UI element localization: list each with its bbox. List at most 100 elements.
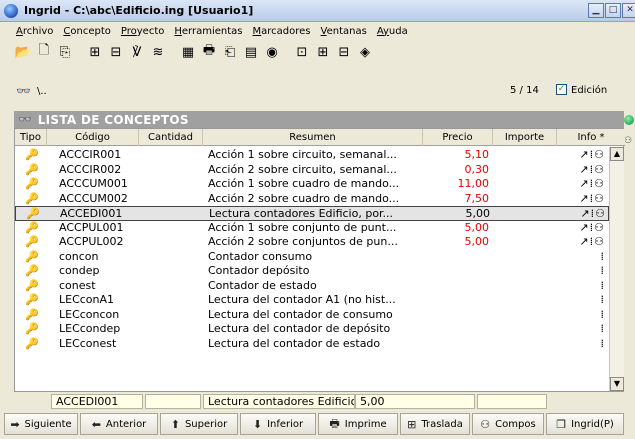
minimize-button[interactable]: ▁ xyxy=(588,3,604,18)
col-codigo[interactable]: Código xyxy=(47,129,139,146)
cell-code: ACCCUM002 xyxy=(59,191,128,205)
globe-icon[interactable] xyxy=(624,115,634,125)
footer-resumen-field[interactable]: Lectura contadores Edificio, por Pla xyxy=(203,394,355,409)
cell-resumen: Acción 1 sobre circuito, semanal... xyxy=(208,148,397,161)
traslada-button[interactable]: ⊞ Traslada xyxy=(400,413,470,435)
col-importe[interactable]: Importe xyxy=(493,129,557,146)
menu-label: erramientas xyxy=(181,25,243,37)
cell-code: LECconcon xyxy=(59,307,120,321)
compos-button[interactable]: ⚇ Compos xyxy=(472,413,544,435)
path-bar: 👓 \.. 5 / 14 ✓ Edición xyxy=(0,80,635,102)
table-row[interactable]: 🔑 ACCCIR001 Acción 1 sobre circuito, seman… xyxy=(15,148,609,163)
sort-icon[interactable]: ≋ xyxy=(149,43,167,61)
footer-code-field[interactable]: ACCEDI001 xyxy=(51,394,143,409)
menu-item-6[interactable]: Ayuda xyxy=(377,26,408,37)
page-icon[interactable]: ⎗ xyxy=(221,43,239,61)
cell-info-icons: ⁞ xyxy=(600,322,605,335)
table-row[interactable]: 🔑 condep Contador depósito ⁞ xyxy=(15,264,609,279)
menu-item-1[interactable]: Concepto xyxy=(63,26,110,37)
title-bar[interactable]: Ingrid - C:\abc\Edificio.ing [Usuario1] … xyxy=(0,0,635,22)
cell-precio: 11,00 xyxy=(457,177,490,190)
binoculars-icon[interactable]: 👓 xyxy=(16,84,31,98)
tree-icon[interactable]: ⊞ xyxy=(86,43,104,61)
imprime-button[interactable]: 🖶 Imprime xyxy=(318,413,398,435)
window-icon[interactable]: ⊡ xyxy=(293,43,311,61)
binoculars-icon: 👓 xyxy=(18,113,32,126)
open-folder-icon[interactable]: 📂 xyxy=(14,43,32,61)
new-document-icon[interactable]: 🗋 xyxy=(35,43,53,61)
footer-importe-field[interactable] xyxy=(477,394,547,409)
table-row[interactable]: 🔑 conest Contador de estado ⁞ xyxy=(15,279,609,294)
type-key-icon: 🔑 xyxy=(25,307,39,321)
close-button[interactable]: ✕ xyxy=(622,3,635,18)
maximize-button[interactable]: □ xyxy=(605,3,621,18)
menu-item-5[interactable]: Ventanas xyxy=(321,26,367,37)
edit-checkbox[interactable]: ✓ xyxy=(556,84,567,95)
print-icon[interactable]: 🖶 xyxy=(200,43,218,61)
table-row[interactable]: 🔑 LECconcon Lectura del contador de consum… xyxy=(15,308,609,323)
table-row[interactable]: 🔑 ACCEDI001 Lectura contadores Edificio, p… xyxy=(15,206,609,221)
tree-alt-icon[interactable]: ⊟ xyxy=(107,43,125,61)
type-key-icon: 🔑 xyxy=(25,220,39,234)
col-tipo[interactable]: Tipo xyxy=(15,129,47,146)
type-key-icon: 🔑 xyxy=(26,207,40,220)
table-row[interactable]: 🔑 ACCPUL001 Acción 1 sobre conjunto de pun… xyxy=(15,221,609,236)
col-info[interactable]: Info * xyxy=(557,129,625,146)
menu-mnemonic: Pro xyxy=(120,25,137,37)
table-row[interactable]: 🔑 LECconest Lectura del contador de estado… xyxy=(15,337,609,352)
menu-item-0[interactable]: Archivo xyxy=(16,26,53,37)
table-row[interactable]: 🔑 LECcondep Lectura del contador de depósi… xyxy=(15,322,609,337)
sheet-icon[interactable]: ▤ xyxy=(242,43,260,61)
network-icon[interactable]: ⊟ xyxy=(335,43,353,61)
superior-button[interactable]: ⬆ Superior xyxy=(160,413,238,435)
globe-icon[interactable]: ◉ xyxy=(263,43,281,61)
footer-cantidad-field[interactable] xyxy=(145,394,201,409)
cell-info-icons: ↗⁞⚇ xyxy=(579,177,605,190)
inferior-button[interactable]: ⬇ Inferior xyxy=(240,413,316,435)
type-key-icon: 🔑 xyxy=(25,293,39,306)
type-key-icon: 🔑 xyxy=(25,162,39,176)
table-row[interactable]: 🔑 ACCCUM002 Acción 2 sobre cuadro de mando… xyxy=(15,192,609,207)
type-key-icon: 🔑 xyxy=(25,148,39,161)
button-label: Traslada xyxy=(421,418,463,430)
table-row[interactable]: 🔑 LECconA1 Lectura del contador A1 (no his… xyxy=(15,293,609,308)
menu-item-4[interactable]: Marcadores xyxy=(253,26,311,37)
ingrid-p-button[interactable]: ❐ Ingrid(P) xyxy=(546,413,624,435)
scroll-up-icon[interactable]: ▲ xyxy=(610,147,624,161)
copy-icon[interactable]: ⎘ xyxy=(56,43,74,61)
cell-precio: 5,00 xyxy=(464,220,490,234)
cell-info-icons: ⁞ xyxy=(600,336,605,350)
menu-label: yecto xyxy=(136,25,165,37)
type-key-icon: 🔑 xyxy=(25,249,39,263)
table-row[interactable]: 🔑 ACCPUL002 Acción 2 sobre conjuntos de pu… xyxy=(15,235,609,250)
module-icon[interactable]: ▦ xyxy=(179,43,197,61)
menu-mnemonic: A xyxy=(16,25,23,37)
menu-item-3[interactable]: Herramientas xyxy=(174,26,242,37)
col-resumen[interactable]: Resumen xyxy=(203,129,423,146)
cell-resumen: Lectura del contador de consumo xyxy=(208,307,393,321)
table-row[interactable]: 🔑 ACCCUM001 Acción 1 sobre cuadro de mando… xyxy=(15,177,609,192)
cell-code: LECcondep xyxy=(59,322,121,335)
col-cantidad[interactable]: Cantidad xyxy=(139,129,203,146)
footer-precio-field[interactable]: 5,00 xyxy=(355,394,475,409)
button-label: Inferior xyxy=(267,418,304,430)
table-row[interactable]: 🔑 concon Contador consumo ⁞ xyxy=(15,250,609,265)
cell-code: LECconest xyxy=(59,336,117,350)
menu-item-2[interactable]: Proyecto xyxy=(121,26,164,37)
cell-info-icons: ⁞ xyxy=(600,307,605,321)
cell-resumen: Acción 1 sobre conjunto de punt... xyxy=(208,220,397,234)
cell-code: ACCCIR001 xyxy=(59,148,122,161)
scroll-down-icon[interactable]: ▼ xyxy=(610,377,624,391)
cell-resumen: Lectura del contador de estado xyxy=(208,336,381,350)
vertical-scrollbar[interactable]: ▲ ▼ xyxy=(609,147,624,391)
table-row[interactable]: 🔑 ACCCIR002 Acción 2 sobre circuito, seman… xyxy=(15,163,609,178)
cell-info-icons: ⁞ xyxy=(600,264,605,277)
chart-icon[interactable]: ℣ xyxy=(128,43,146,61)
col-precio[interactable]: Precio xyxy=(423,129,493,146)
network-icon[interactable]: ⚇ xyxy=(624,136,632,146)
siguiente-button[interactable]: ➡ Siguiente xyxy=(4,413,78,435)
table-icon[interactable]: ⊞ xyxy=(314,43,332,61)
cell-precio: 0,30 xyxy=(464,162,490,176)
anterior-button[interactable]: ⬅ Anterior xyxy=(80,413,158,435)
tag-icon[interactable]: ◈ xyxy=(356,43,374,61)
